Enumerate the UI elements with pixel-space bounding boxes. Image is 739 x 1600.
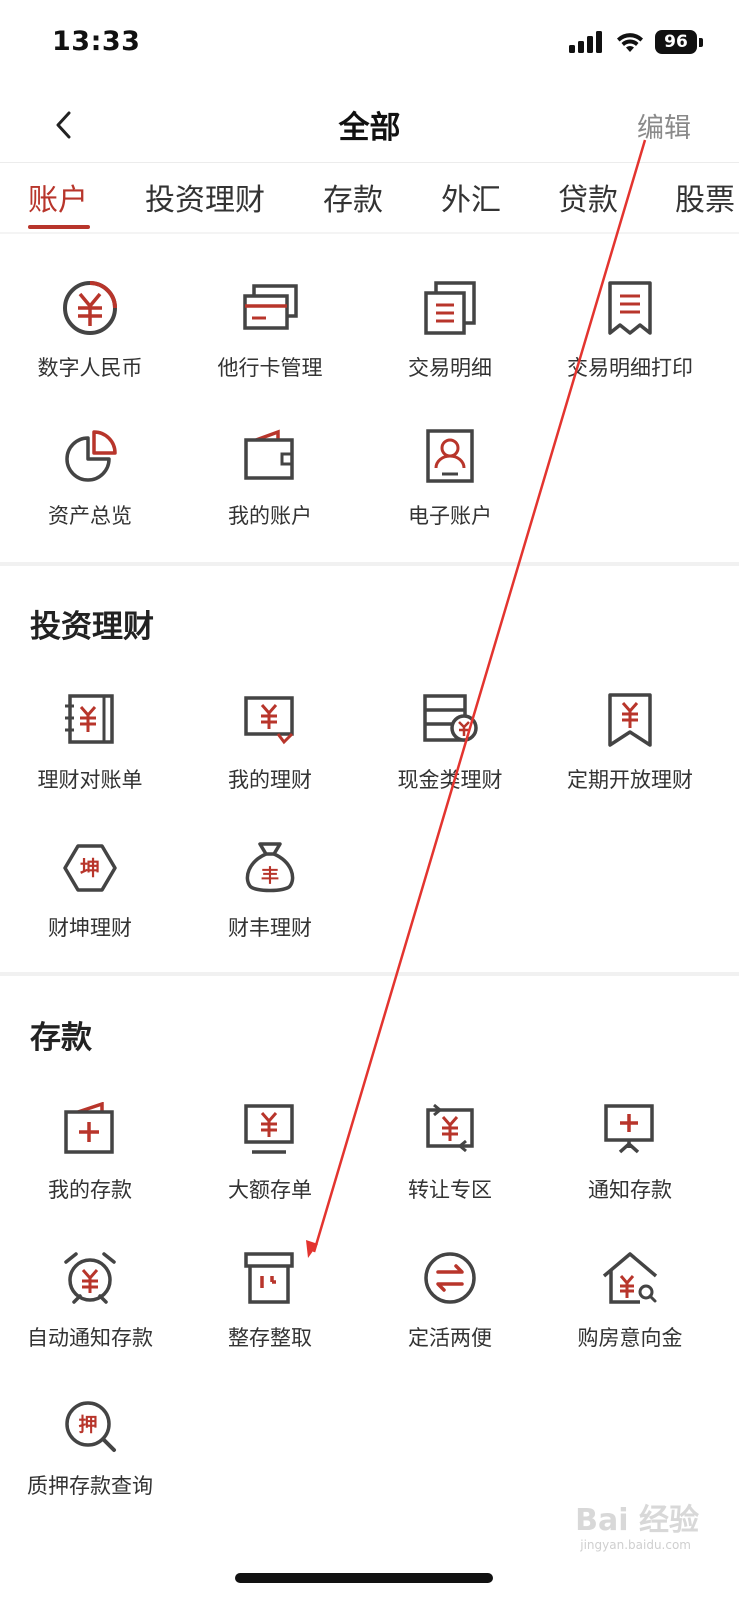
item-label: 自动通知存款 <box>27 1326 153 1350</box>
tab-deposit[interactable]: 存款 <box>323 175 383 219</box>
item-label: 电子账户 <box>408 504 492 528</box>
section-divider <box>0 562 739 566</box>
item-caikun-finance[interactable]: 坤 财坤理财 <box>0 840 180 960</box>
item-my-account[interactable]: 我的账户 <box>180 428 360 548</box>
item-large-cd[interactable]: 大额存单 <box>180 1102 360 1222</box>
item-label: 我的理财 <box>228 768 312 792</box>
cards-icon <box>242 280 298 336</box>
item-label: 现金类理财 <box>397 768 503 792</box>
item-label: 他行卡管理 <box>217 356 323 380</box>
item-label: 整存整取 <box>228 1326 312 1350</box>
notice-board-icon <box>602 1102 658 1158</box>
bookmark-yuan-icon <box>602 692 658 748</box>
tab-stock[interactable]: 股票 <box>675 175 735 219</box>
page-title: 全部 <box>338 110 401 146</box>
item-house-intent-deposit[interactable]: 购房意向金 <box>540 1250 720 1370</box>
item-label: 我的存款 <box>48 1178 132 1202</box>
active-tab-indicator <box>28 225 90 229</box>
section-title-deposit: 存款 <box>30 1020 92 1056</box>
item-periodic-open-finance[interactable]: 定期开放理财 <box>540 692 720 812</box>
item-flexible-deposit[interactable]: 定活两便 <box>360 1250 540 1370</box>
item-e-account[interactable]: 电子账户 <box>360 428 540 548</box>
item-transaction-print[interactable]: 交易明细打印 <box>540 280 720 400</box>
archive-box-icon <box>242 1250 298 1306</box>
transaction-detail-icon <box>422 280 478 336</box>
item-label: 数字人民币 <box>37 356 143 380</box>
item-label: 通知存款 <box>588 1178 672 1202</box>
id-card-icon <box>422 428 478 484</box>
nav-bar: 全部 编辑 <box>0 88 739 162</box>
monitor-yuan-icon <box>242 1102 298 1158</box>
item-label: 质押存款查询 <box>27 1474 153 1498</box>
tab-forex[interactable]: 外汇 <box>441 175 501 219</box>
item-pledge-deposit-query[interactable]: 押 质押存款查询 <box>0 1398 180 1518</box>
receipt-print-icon <box>602 280 658 336</box>
item-finance-statement[interactable]: 理财对账单 <box>0 692 180 812</box>
item-auto-notice-deposit[interactable]: 自动通知存款 <box>0 1250 180 1370</box>
wallet-icon <box>242 428 298 484</box>
cash-finance-icon <box>422 692 478 748</box>
item-label: 理财对账单 <box>37 768 143 792</box>
item-asset-overview[interactable]: 资产总览 <box>0 428 180 548</box>
status-icons: 96 <box>569 30 703 54</box>
watermark-url: jingyan.baidu.com <box>580 1538 691 1552</box>
battery-icon: 96 <box>655 30 703 54</box>
transfer-yuan-icon <box>422 1102 478 1158</box>
item-transfer-zone[interactable]: 转让专区 <box>360 1102 540 1222</box>
battery-level: 96 <box>655 30 697 54</box>
section-divider <box>0 972 739 976</box>
item-label: 定期开放理财 <box>567 768 693 792</box>
signal-icon <box>569 31 602 53</box>
tab-account[interactable]: 账户 <box>28 175 88 219</box>
item-label: 交易明细打印 <box>567 356 693 380</box>
item-notice-deposit[interactable]: 通知存款 <box>540 1102 720 1222</box>
icon-glyph: 丰 <box>261 865 279 887</box>
item-other-bank-cards[interactable]: 他行卡管理 <box>180 280 360 400</box>
section-title-investment: 投资理财 <box>30 609 154 645</box>
item-label: 定活两便 <box>408 1326 492 1350</box>
icon-glyph: 押 <box>78 1413 97 1436</box>
item-label: 资产总览 <box>48 504 132 528</box>
exchange-circle-icon <box>422 1250 478 1306</box>
item-label: 财丰理财 <box>228 916 312 940</box>
item-label: 我的账户 <box>228 504 312 528</box>
tab-investment[interactable]: 投资理财 <box>145 175 265 219</box>
item-my-finance[interactable]: 我的理财 <box>180 692 360 812</box>
status-bar: 13:33 96 <box>0 0 739 88</box>
statement-book-icon <box>62 692 118 748</box>
icon-glyph: 坤 <box>80 856 100 880</box>
item-label: 交易明细 <box>408 356 492 380</box>
hexagon-kun-icon: 坤 <box>62 840 118 896</box>
item-digital-rmb[interactable]: 数字人民币 <box>0 280 180 400</box>
pie-chart-icon <box>62 428 118 484</box>
money-bag-icon: 丰 <box>242 840 298 896</box>
item-label: 财坤理财 <box>48 916 132 940</box>
wifi-icon <box>617 33 643 52</box>
status-time: 13:33 <box>52 26 141 57</box>
item-caifeng-finance[interactable]: 丰 财丰理财 <box>180 840 360 960</box>
my-finance-icon <box>242 692 298 748</box>
item-transaction-detail[interactable]: 交易明细 <box>360 280 540 400</box>
digital-rmb-icon <box>62 280 118 336</box>
item-label: 大额存单 <box>228 1178 312 1202</box>
alarm-clock-icon <box>62 1250 118 1306</box>
item-lump-sum-deposit[interactable]: 整存整取 <box>180 1250 360 1370</box>
tab-loan[interactable]: 贷款 <box>558 175 618 219</box>
pledge-search-icon: 押 <box>62 1398 118 1454</box>
watermark: Bai 经验 <box>575 1503 699 1538</box>
item-label: 转让专区 <box>408 1178 492 1202</box>
category-tabs: 账户 投资理财 存款 外汇 贷款 股票 <box>0 162 739 232</box>
item-label: 购房意向金 <box>577 1326 683 1350</box>
item-my-deposit[interactable]: 我的存款 <box>0 1102 180 1222</box>
deposit-box-icon <box>62 1102 118 1158</box>
home-indicator[interactable] <box>235 1573 493 1583</box>
item-cash-finance[interactable]: 现金类理财 <box>360 692 540 812</box>
edit-button[interactable]: 编辑 <box>637 106 691 145</box>
house-yuan-icon <box>602 1250 658 1306</box>
